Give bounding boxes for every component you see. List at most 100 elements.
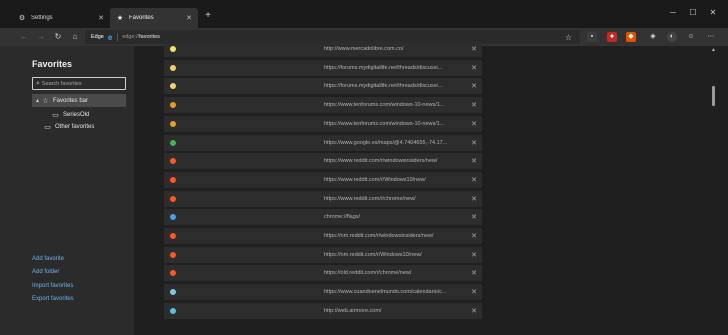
scroll-thumb[interactable]: [712, 86, 715, 106]
favorite-url: https://www.reddit.com/r/chrome/new/: [324, 195, 416, 202]
delete-favorite-icon[interactable]: ✕: [471, 195, 477, 203]
url-path: favorites: [139, 34, 160, 40]
extension-icon[interactable]: ●: [607, 32, 617, 42]
site-favicon-icon: [170, 289, 176, 296]
favorite-row[interactable]: https://www.reddit.com/r/windowsinsiders…: [164, 153, 482, 170]
favorite-row[interactable]: https://old.reddit.com/r/chrome/new/ ✕: [164, 265, 482, 282]
delete-favorite-icon[interactable]: ✕: [471, 82, 477, 90]
site-favicon-icon: [170, 139, 176, 146]
favorite-url: https://old.reddit.com/r/chrome/new/: [324, 270, 412, 277]
favorite-star-icon[interactable]: ☆: [565, 33, 572, 42]
favorite-url: https://www.tenforums.com/windows-10-new…: [324, 120, 445, 127]
tab-favorites[interactable]: ★ Favorites ✕: [110, 8, 198, 28]
delete-favorite-icon[interactable]: ✕: [471, 139, 477, 147]
favorite-row[interactable]: https://forums.mydigitallife.net/threads…: [164, 59, 482, 76]
delete-favorite-icon[interactable]: ✕: [471, 120, 477, 128]
favorite-row[interactable]: https://forums.mydigitallife.net/threads…: [164, 78, 482, 95]
favorite-url: https://www.reddit.com/r/Windows10/new/: [324, 176, 426, 183]
close-tab-icon[interactable]: ✕: [186, 14, 192, 22]
favorite-row[interactable]: https://nm.reddit.com/r/Windows10/new/ ✕: [164, 246, 482, 263]
delete-favorite-icon[interactable]: ✕: [471, 101, 477, 109]
import-favorites-link[interactable]: Import favorites: [32, 283, 73, 289]
add-favorite-link[interactable]: Add favorite: [32, 256, 64, 262]
scrollbar[interactable]: ▲: [710, 46, 717, 335]
folder-icon: ▭: [44, 123, 51, 131]
favorite-url: https://forums.mydigitallife.net/threads…: [324, 64, 443, 71]
delete-favorite-icon[interactable]: ✕: [471, 269, 477, 277]
favorite-url: https://www.tenforums.com/windows-10-new…: [324, 102, 445, 109]
more-icon[interactable]: ⋯: [706, 32, 716, 42]
search-box[interactable]: ⌕: [32, 77, 126, 90]
favorite-row[interactable]: http://web.airmore.com/ ✕: [164, 302, 482, 319]
delete-favorite-icon[interactable]: ✕: [471, 232, 477, 240]
tab-label: Favorites: [129, 15, 154, 21]
site-favicon-icon: [170, 251, 176, 258]
tree-item-favorites-bar[interactable]: ▲ ☆ Favorites bar: [32, 94, 126, 107]
favorite-row[interactable]: https://www.tenforums.com/windows-10-new…: [164, 97, 482, 114]
forward-icon[interactable]: →: [34, 30, 48, 44]
delete-favorite-icon[interactable]: ✕: [471, 45, 477, 53]
tab-strip: ⚙ Settings ✕ ★ Favorites ✕ + ─ ☐ ✕: [0, 0, 728, 28]
back-icon[interactable]: ←: [17, 30, 31, 44]
delete-favorite-icon[interactable]: ✕: [471, 213, 477, 221]
favorite-row[interactable]: https://www.tenforums.com/windows-10-new…: [164, 115, 482, 132]
site-favicon-icon: [170, 64, 176, 71]
new-tab-button[interactable]: +: [202, 10, 214, 21]
favorite-url: https://www.reddit.com/r/windowsinsiders…: [324, 158, 438, 165]
add-folder-link[interactable]: Add folder: [32, 269, 59, 275]
scroll-up-icon[interactable]: ▲: [710, 47, 717, 53]
favorite-row[interactable]: https://www.reddit.com/r/Windows10/new/ ✕: [164, 171, 482, 188]
tree-item-label: Favorites bar: [53, 97, 89, 104]
url-scheme: edge://: [122, 34, 140, 40]
extension-icon[interactable]: ◆: [626, 32, 636, 42]
gear-icon: ⚙: [18, 15, 26, 22]
delete-favorite-icon[interactable]: ✕: [471, 288, 477, 296]
favorite-row[interactable]: chrome://flags/ ✕: [164, 209, 482, 226]
site-favicon-icon: [170, 158, 176, 165]
star-icon: ☆: [42, 97, 49, 105]
tree-item-label: Other favorites: [55, 123, 95, 130]
site-favicon-icon: [170, 270, 176, 277]
refresh-icon[interactable]: ↻: [51, 30, 65, 44]
emoji-icon[interactable]: ☺: [686, 32, 696, 42]
close-window-icon[interactable]: ✕: [704, 8, 722, 17]
favorite-url: https://nm.reddit.com/r/Windows10/new/: [324, 251, 422, 258]
site-favicon-icon: [170, 214, 176, 221]
tab-label: Settings: [31, 15, 53, 21]
maximize-icon[interactable]: ☐: [684, 8, 702, 17]
site-favicon-icon: [170, 195, 176, 202]
home-icon[interactable]: ⌂: [68, 30, 82, 44]
favorite-url: http://web.airmore.com/: [324, 307, 382, 314]
delete-favorite-icon[interactable]: ✕: [471, 157, 477, 165]
favorite-url: https://www.google.es/maps/@4.7404655,-7…: [324, 139, 448, 146]
site-label: Edge: [91, 34, 104, 40]
favorite-url: https://forums.mydigitallife.net/threads…: [324, 83, 443, 90]
export-favorites-link[interactable]: Export favorites: [32, 296, 74, 302]
extension-icon[interactable]: ◐: [667, 32, 677, 42]
delete-favorite-icon[interactable]: ✕: [471, 251, 477, 259]
favorite-row[interactable]: http://www.mercadolibre.com.co/ ✕: [164, 41, 482, 57]
tree-item-label: SeriesOld: [63, 111, 90, 118]
favorite-row[interactable]: https://www.google.es/maps/@4.7404655,-7…: [164, 134, 482, 151]
extension-icon[interactable]: ◈: [648, 32, 658, 42]
search-input[interactable]: [41, 80, 122, 87]
favorite-url: http://www.mercadolibre.com.co/: [324, 46, 404, 52]
folder-icon: ▭: [52, 111, 59, 119]
favorite-row[interactable]: https://www.reddit.com/r/chrome/new/ ✕: [164, 190, 482, 207]
favorite-row[interactable]: https://www.cuandoenelmundo.com/calendar…: [164, 284, 482, 301]
favorite-url: chrome://flags/: [324, 214, 361, 221]
delete-favorite-icon[interactable]: ✕: [471, 176, 477, 184]
extension-icon[interactable]: ▪: [587, 32, 597, 42]
minimize-icon[interactable]: ─: [664, 8, 682, 17]
delete-favorite-icon[interactable]: ✕: [471, 64, 477, 72]
expand-caret-icon[interactable]: ▲: [34, 98, 41, 104]
favorite-row[interactable]: https://nm.reddit.com/r/windowsinsiders/…: [164, 228, 482, 244]
tree-item-other-favorites[interactable]: ▭ Other favorites: [43, 120, 94, 133]
site-favicon-icon: [170, 233, 176, 239]
search-icon: ⌕: [36, 79, 40, 87]
delete-favorite-icon[interactable]: ✕: [471, 307, 477, 315]
close-tab-icon[interactable]: ✕: [98, 14, 104, 22]
tab-settings[interactable]: ⚙ Settings ✕: [12, 8, 110, 28]
site-favicon-icon: [170, 83, 176, 90]
browser-window: ⚙ Settings ✕ ★ Favorites ✕ + ─ ☐ ✕ ← → ↻…: [0, 0, 728, 335]
